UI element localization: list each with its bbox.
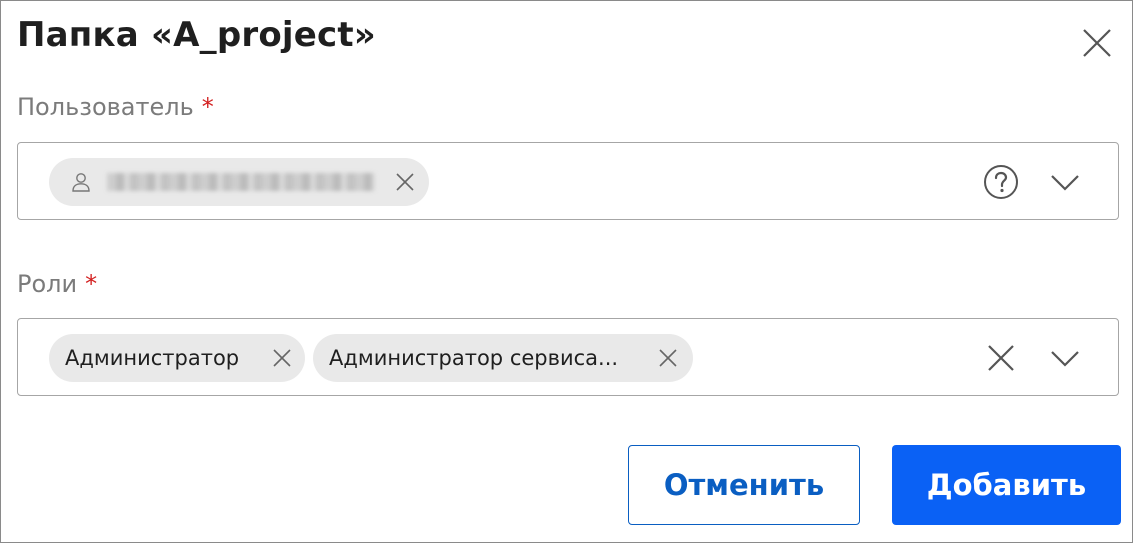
add-button[interactable]: Добавить [892, 445, 1121, 525]
clear-roles-button[interactable] [986, 343, 1016, 373]
close-dialog-button[interactable] [1081, 27, 1113, 59]
roles-select[interactable]: Администратор Администратор сервиса... [17, 318, 1119, 396]
cancel-button[interactable]: Отменить [628, 445, 860, 525]
roles-label-text: Роли [17, 270, 78, 298]
chevron-down-icon [1051, 175, 1079, 191]
user-select[interactable] [17, 142, 1119, 220]
required-mark: * [201, 93, 214, 121]
user-field-label: Пользователь * [17, 93, 214, 121]
roles-dropdown-button[interactable] [1050, 347, 1080, 369]
add-user-dialog: Папка «A_project» Пользователь * Роли * … [0, 0, 1133, 543]
close-icon [988, 345, 1014, 371]
role-chip-label: Администратор сервиса... [329, 346, 619, 370]
role-chip: Администратор сервиса... [313, 334, 693, 382]
dialog-title: Папка «A_project» [17, 15, 376, 55]
user-icon [72, 173, 90, 192]
remove-user-chip-button[interactable] [394, 171, 416, 193]
remove-role-chip-button[interactable] [657, 347, 679, 369]
chevron-down-icon [1051, 351, 1079, 367]
role-chip: Администратор [49, 334, 305, 382]
user-label-text: Пользователь [17, 93, 194, 121]
question-circle-icon [984, 165, 1018, 199]
close-icon [396, 173, 414, 191]
close-icon [273, 349, 291, 367]
roles-field-label: Роли * [17, 270, 97, 298]
required-mark: * [85, 270, 98, 298]
close-icon [1083, 29, 1111, 57]
user-dropdown-button[interactable] [1050, 171, 1080, 193]
help-button[interactable] [983, 164, 1019, 200]
close-icon [659, 349, 677, 367]
remove-role-chip-button[interactable] [271, 347, 293, 369]
user-name-redacted [107, 173, 375, 191]
role-chip-label: Администратор [65, 346, 240, 370]
user-chip [49, 158, 429, 206]
